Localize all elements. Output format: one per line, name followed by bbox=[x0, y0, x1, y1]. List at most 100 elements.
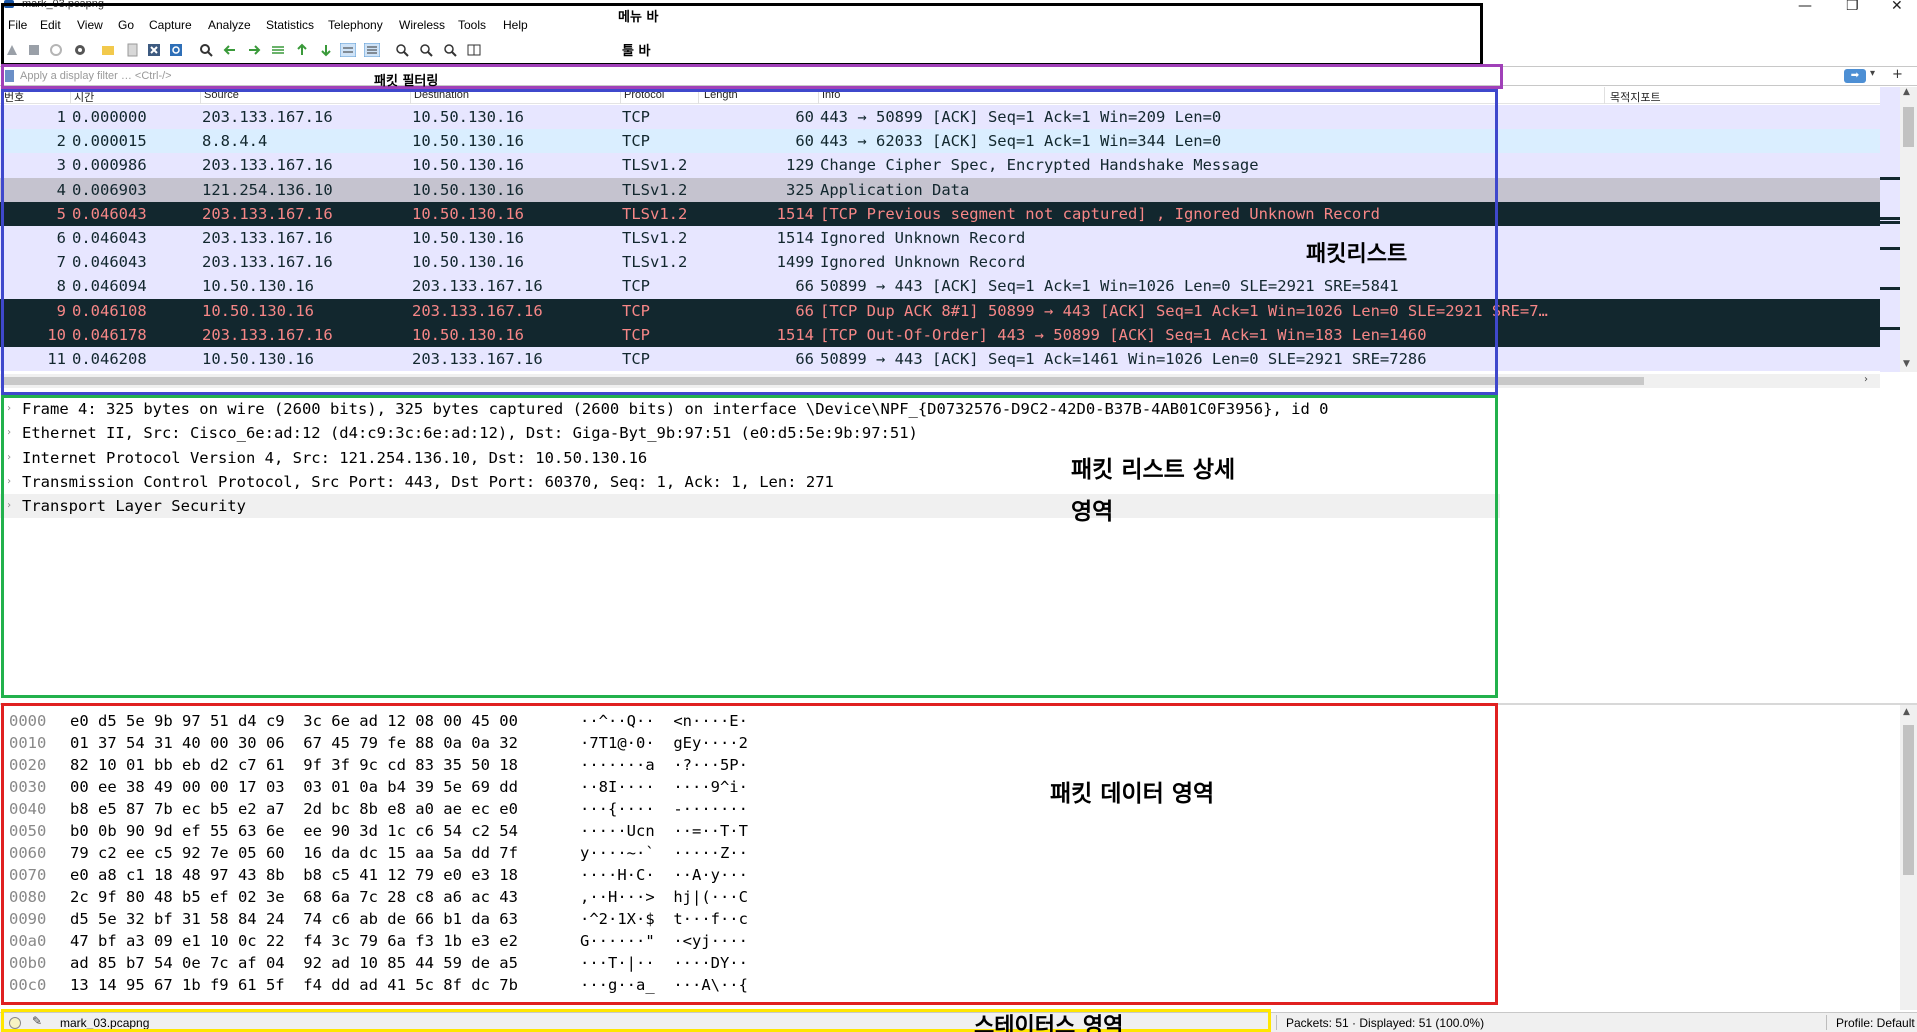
expand-arrow-icon[interactable]: › bbox=[6, 470, 12, 494]
column-header-destination[interactable]: Destination bbox=[414, 89, 469, 101]
hex-bytes[interactable]: b8 e5 87 7b ec b5 e2 a7 2d bc 8b e8 a0 a… bbox=[70, 798, 518, 820]
packet-row-selected[interactable]: 4 0.006903 121.254.136.10 10.50.130.16 TLSv1… bbox=[0, 177, 1880, 202]
search-icon[interactable] bbox=[198, 42, 214, 58]
hex-bytes[interactable]: 13 14 95 67 1b f9 61 5f f4 dd ad 41 5c 8… bbox=[70, 974, 518, 996]
close-icon[interactable]: ✕ bbox=[1891, 0, 1903, 14]
capture-comment-icon[interactable]: ✎ bbox=[32, 1014, 42, 1028]
menu-capture[interactable]: Capture bbox=[149, 18, 192, 32]
packet-list-hscrollbar[interactable]: › bbox=[0, 374, 1880, 388]
colorize-icon[interactable] bbox=[364, 42, 380, 58]
zoom-in-icon[interactable] bbox=[394, 42, 410, 58]
hex-ascii[interactable]: ··8I···· ····9^i· bbox=[580, 776, 748, 798]
hex-bytes[interactable]: e0 a8 c1 18 48 97 43 8b b8 c5 41 12 79 e… bbox=[70, 864, 518, 886]
packet-row[interactable]: 7 0.046043 203.133.167.16 10.50.130.16 TLSv1… bbox=[0, 250, 1880, 275]
hex-ascii[interactable]: ,··H···> hj|(···C bbox=[580, 886, 748, 908]
status-profile[interactable]: Profile: Default bbox=[1836, 1016, 1915, 1030]
menu-wireless[interactable]: Wireless bbox=[399, 18, 445, 32]
packet-row[interactable]: 3 0.000986 203.133.167.16 10.50.130.16 TLSv1… bbox=[0, 153, 1880, 178]
stop-icon[interactable] bbox=[26, 42, 42, 58]
hex-bytes[interactable]: 82 10 01 bb eb d2 c7 61 9f 3f 9c cd 83 3… bbox=[70, 754, 518, 776]
menu-go[interactable]: Go bbox=[118, 18, 134, 32]
hex-ascii[interactable]: G······" ·<yj···· bbox=[580, 930, 748, 952]
scroll-thumb[interactable] bbox=[1903, 725, 1914, 875]
resize-columns-icon[interactable] bbox=[466, 42, 482, 58]
apply-filter-arrow-icon[interactable]: ➡ bbox=[1844, 69, 1866, 83]
packet-row[interactable]: 1 0.000000 203.133.167.16 10.50.130.16 TCP 60… bbox=[0, 105, 1880, 130]
packet-row[interactable]: 11 0.046208 10.50.130.16 203.133.167.16 TCP 6… bbox=[0, 346, 1880, 372]
packet-row[interactable]: 10 0.046178 203.133.167.16 10.50.130.16 TCP 1… bbox=[0, 322, 1880, 347]
expand-arrow-icon[interactable]: › bbox=[6, 421, 12, 445]
menu-view[interactable]: View bbox=[77, 18, 103, 32]
packet-row[interactable]: 9 0.046108 10.50.130.16 203.133.167.16 TCP 66… bbox=[0, 298, 1880, 323]
zoom-out-icon[interactable] bbox=[418, 42, 434, 58]
hex-ascii[interactable]: ·^2·1X·$ t···f··c bbox=[580, 908, 748, 930]
goto-packet-icon[interactable] bbox=[270, 42, 286, 58]
hex-bytes[interactable]: 2c 9f 80 48 b5 ef 02 3e 68 6a 7c 28 c8 a… bbox=[70, 886, 518, 908]
zoom-normal-icon[interactable] bbox=[442, 42, 458, 58]
scroll-right-icon[interactable]: › bbox=[1864, 374, 1868, 385]
hex-ascii[interactable]: ···T·|·· ····DY·· bbox=[580, 952, 748, 974]
open-folder-icon[interactable] bbox=[100, 42, 116, 58]
last-packet-icon[interactable] bbox=[318, 42, 334, 58]
packet-list-vscrollbar[interactable]: ▲ ▼ bbox=[1900, 87, 1917, 372]
packet-row[interactable]: 8 0.046094 10.50.130.16 203.133.167.16 TCP 66… bbox=[0, 274, 1880, 299]
column-header-source[interactable]: Source bbox=[204, 89, 239, 101]
first-packet-icon[interactable] bbox=[294, 42, 310, 58]
packet-row[interactable]: 2 0.000015 8.8.4.4 10.50.130.16 TCP 60 443 → 6… bbox=[0, 129, 1880, 154]
hex-ascii[interactable]: ·7T1@·0· gEy····2 bbox=[580, 732, 748, 754]
scroll-up-icon[interactable]: ▲ bbox=[1903, 87, 1910, 97]
add-filter-button-icon[interactable]: + bbox=[1892, 67, 1903, 82]
hex-ascii[interactable]: y····~·` ·····Z·· bbox=[580, 842, 748, 864]
expert-info-icon[interactable] bbox=[9, 1017, 21, 1029]
options-gear-icon[interactable] bbox=[72, 42, 88, 58]
menu-telephony[interactable]: Telephony bbox=[328, 18, 383, 32]
scroll-down-icon[interactable]: ▼ bbox=[1903, 359, 1910, 369]
expand-arrow-icon[interactable]: › bbox=[6, 397, 12, 421]
menu-edit[interactable]: Edit bbox=[40, 18, 61, 32]
hex-bytes[interactable]: ad 85 b7 54 0e 7c af 04 92 ad 10 85 44 5… bbox=[70, 952, 518, 974]
scroll-up-icon[interactable]: ▲ bbox=[1903, 707, 1910, 717]
hex-bytes[interactable]: 00 ee 38 49 00 00 17 03 03 01 0a b4 39 5… bbox=[70, 776, 518, 798]
packet-row[interactable]: 6 0.046043 203.133.167.16 10.50.130.16 TLSv1… bbox=[0, 225, 1880, 251]
menu-help[interactable]: Help bbox=[503, 18, 528, 32]
hscroll-thumb[interactable] bbox=[4, 377, 1644, 385]
detail-tree-item[interactable]: › Internet Protocol Version 4, Src: 121.2… bbox=[0, 446, 1500, 470]
menu-tools[interactable]: Tools bbox=[458, 18, 486, 32]
hex-ascii[interactable]: ····H·C· ··A·y··· bbox=[580, 864, 748, 886]
column-header-info[interactable]: Info bbox=[822, 89, 840, 101]
hex-ascii[interactable]: ···{···· -······· bbox=[580, 798, 748, 820]
detail-tree-item[interactable]: › Frame 4: 325 bytes on wire (2600 bits),… bbox=[0, 397, 1500, 421]
reload-icon[interactable] bbox=[168, 42, 184, 58]
display-filter-input[interactable] bbox=[20, 68, 1840, 84]
hex-ascii[interactable]: ··^··Q·· <n····E· bbox=[580, 710, 748, 732]
forward-arrow-icon[interactable] bbox=[246, 42, 262, 58]
expand-arrow-icon[interactable]: › bbox=[6, 446, 12, 470]
column-header-protocol[interactable]: Protocol bbox=[624, 89, 664, 101]
packet-minimap[interactable] bbox=[1880, 87, 1900, 372]
menu-analyze[interactable]: Analyze bbox=[208, 18, 251, 32]
expand-arrow-icon[interactable]: › bbox=[6, 494, 12, 518]
packet-row[interactable]: 5 0.046043 203.133.167.16 10.50.130.16 TLSv1… bbox=[0, 201, 1880, 226]
column-header-no[interactable]: 번호 bbox=[4, 89, 24, 105]
minimize-icon[interactable]: — bbox=[1798, 0, 1812, 14]
column-header-length[interactable]: Length bbox=[704, 89, 738, 101]
hex-bytes[interactable]: 47 bf a3 09 e1 10 0c 22 f4 3c 79 6a f3 1… bbox=[70, 930, 518, 952]
filter-bookmark-icon[interactable] bbox=[5, 70, 14, 82]
restart-icon[interactable] bbox=[48, 42, 64, 58]
detail-tree-item[interactable]: › Ethernet II, Src: Cisco_6e:ad:12 (d4:c9… bbox=[0, 421, 1500, 445]
menu-statistics[interactable]: Statistics bbox=[266, 18, 314, 32]
scroll-thumb[interactable] bbox=[1903, 107, 1914, 147]
hex-vscrollbar[interactable]: ▲ bbox=[1900, 705, 1917, 1010]
hex-bytes[interactable]: 01 37 54 31 40 00 30 06 67 45 79 fe 88 0… bbox=[70, 732, 518, 754]
hex-bytes[interactable]: b0 0b 90 9d ef 55 63 6e ee 90 3d 1c c6 5… bbox=[70, 820, 518, 842]
detail-tree-item[interactable]: › Transport Layer Security bbox=[0, 494, 1500, 519]
hex-bytes[interactable]: d5 5e 32 bf 31 58 84 24 74 c6 ab de 66 b… bbox=[70, 908, 518, 930]
shark-fin-icon[interactable] bbox=[4, 42, 20, 58]
hex-bytes[interactable]: e0 d5 5e 9b 97 51 d4 c9 3c 6e ad 12 08 0… bbox=[70, 710, 518, 732]
hex-ascii[interactable]: ···g··a_ ···A\··{ bbox=[580, 974, 748, 996]
filter-dropdown-icon[interactable]: ▾ bbox=[1870, 68, 1875, 79]
close-file-icon[interactable] bbox=[146, 42, 162, 58]
detail-tree-item[interactable]: › Transmission Control Protocol, Src Port… bbox=[0, 470, 1500, 494]
file-icon[interactable] bbox=[124, 42, 140, 58]
autoscroll-icon[interactable] bbox=[340, 42, 356, 58]
